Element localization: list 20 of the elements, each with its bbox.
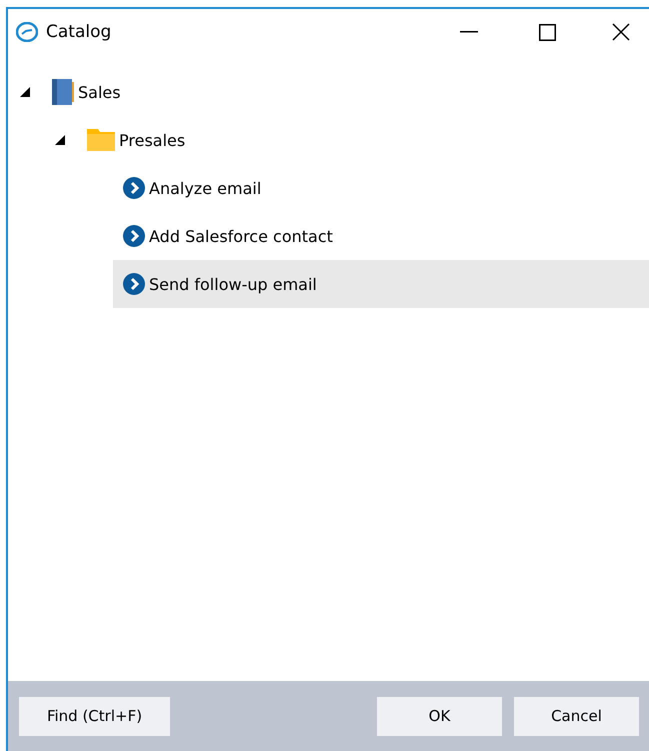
tree-item[interactable]: Add Salesforce contact	[113, 212, 649, 260]
find-button[interactable]: Find (Ctrl+F)	[19, 696, 170, 736]
chevron-circle-icon	[123, 225, 145, 247]
maximize-icon	[538, 24, 556, 40]
minimize-icon	[460, 31, 478, 33]
tree-item[interactable]: Send follow-up email	[113, 260, 649, 308]
book-icon	[52, 79, 74, 105]
app-logo-icon	[16, 22, 38, 42]
expanded-triangle-icon[interactable]	[20, 87, 30, 97]
tree-item[interactable]: Sales	[30, 68, 649, 116]
folder-icon	[87, 129, 115, 151]
chevron-circle-icon	[123, 273, 145, 295]
chevron-circle-icon	[123, 177, 145, 199]
ok-button[interactable]: OK	[377, 696, 502, 736]
cancel-button[interactable]: Cancel	[514, 696, 639, 736]
tree-item[interactable]: Presales	[65, 116, 649, 164]
expanded-triangle-icon[interactable]	[55, 135, 65, 145]
close-icon	[612, 23, 630, 41]
window-title: Catalog	[46, 22, 112, 42]
tree-item[interactable]: Analyze email	[113, 164, 649, 212]
